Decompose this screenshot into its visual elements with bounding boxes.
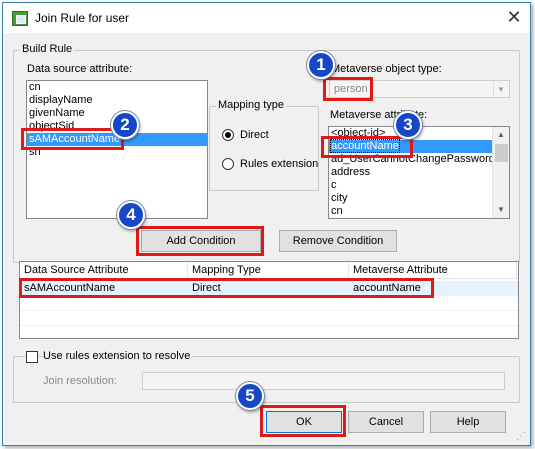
step-marker-2: 2 — [111, 111, 139, 139]
data-source-label: Data source attribute: — [27, 63, 133, 75]
radio-rules-extension[interactable]: Rules extension — [222, 158, 318, 170]
title-bar: Join Rule for user ✕ — [3, 3, 530, 33]
list-item[interactable]: city — [329, 192, 492, 205]
scroll-down-icon[interactable]: ▼ — [493, 202, 509, 218]
step-marker-5: 5 — [236, 382, 264, 410]
scroll-up-icon[interactable]: ▲ — [493, 127, 509, 143]
metaverse-object-type-label: Metaverse object type: — [331, 63, 442, 75]
mapping-type-group: Mapping type — [209, 99, 319, 191]
list-item[interactable]: cn — [329, 205, 492, 218]
list-item[interactable]: c — [329, 179, 492, 192]
table-header: Data Source Attribute Mapping Type Metav… — [20, 262, 518, 279]
list-item[interactable]: displayName — [27, 94, 207, 107]
remove-condition-button[interactable]: Remove Condition — [279, 230, 397, 252]
empty-row — [20, 311, 518, 326]
join-rule-dialog: Join Rule for user ✕ Build Rule Data sou… — [2, 2, 531, 446]
list-item-selected[interactable]: accountName — [329, 139, 492, 153]
radio-direct[interactable]: Direct — [222, 129, 269, 141]
radio-button[interactable] — [222, 158, 234, 170]
list-item[interactable]: cn — [27, 81, 207, 94]
window-app-icon — [12, 11, 28, 26]
list-item-label: sAMAccountName — [29, 133, 121, 145]
list-item[interactable]: ad_UserCannotChangePassword — [329, 153, 495, 166]
build-rule-legend: Build Rule — [20, 43, 75, 55]
list-item[interactable]: address — [329, 166, 492, 179]
radio-button-checked[interactable] — [222, 129, 234, 141]
table-cell: accountName — [349, 281, 517, 296]
column-header[interactable]: Metaverse Attribute — [349, 262, 517, 279]
step-marker-4: 4 — [117, 201, 145, 229]
step-marker-3: 3 — [394, 111, 422, 139]
table-cell: Direct — [188, 281, 349, 296]
metaverse-object-type-select[interactable]: person ▼ — [329, 80, 510, 98]
radio-rules-extension-label: Rules extension — [240, 158, 319, 170]
cancel-button[interactable]: Cancel — [348, 411, 424, 433]
scroll-thumb[interactable] — [495, 144, 508, 162]
use-rules-extension-checkbox[interactable] — [26, 351, 38, 363]
help-button[interactable]: Help — [430, 411, 506, 433]
metaverse-attribute-list[interactable]: <object-id> accountName ad_UserCannotCha… — [328, 126, 510, 219]
list-item-label: accountName — [330, 139, 400, 153]
empty-row — [20, 296, 518, 311]
use-rules-extension-label: Use rules extension to resolve — [43, 350, 193, 362]
table-row[interactable]: sAMAccountName Direct accountName — [20, 281, 518, 296]
add-condition-button[interactable]: Add Condition — [141, 230, 261, 252]
window-title: Join Rule for user — [35, 11, 130, 25]
conditions-table[interactable]: Data Source Attribute Mapping Type Metav… — [19, 261, 519, 339]
metaverse-object-type-value: person — [334, 83, 368, 95]
mapping-type-legend: Mapping type — [216, 99, 287, 111]
join-resolution-label: Join resolution: — [43, 375, 117, 387]
step-marker-1: 1 — [307, 51, 335, 79]
list-item[interactable]: sn — [27, 146, 207, 159]
column-header[interactable]: Mapping Type — [188, 262, 349, 279]
table-cell: sAMAccountName — [20, 281, 188, 296]
vertical-scrollbar[interactable]: ▲ ▼ — [492, 127, 509, 218]
chevron-down-icon[interactable]: ▼ — [493, 82, 508, 96]
radio-direct-label: Direct — [240, 129, 269, 141]
resize-grip-icon[interactable]: ⋰ — [516, 431, 528, 443]
data-source-list[interactable]: cn displayName givenName objectSid sAMAc… — [26, 80, 208, 219]
join-resolution-field[interactable] — [142, 372, 505, 390]
column-header[interactable]: Data Source Attribute — [20, 262, 188, 279]
close-icon[interactable]: ✕ — [504, 7, 524, 27]
ok-button[interactable]: OK — [266, 411, 342, 433]
